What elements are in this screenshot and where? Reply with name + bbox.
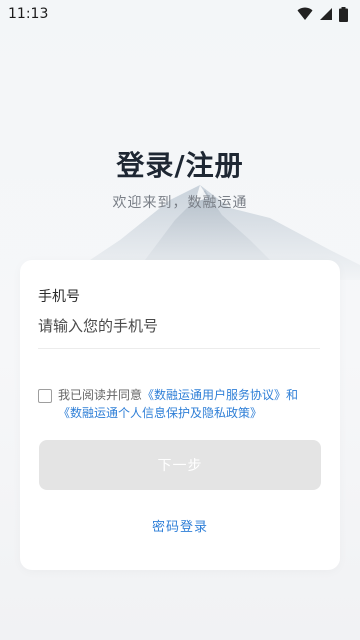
battery-icon [339,6,348,22]
wifi-icon [297,7,313,20]
agreement-prefix: 我已阅读并同意 [58,388,143,402]
status-time: 11:13 [8,6,49,22]
phone-label: 手机号 [38,289,80,305]
status-bar: 11:13 [0,0,360,28]
welcome-subtitle: 欢迎来到，数融运通 [112,195,248,211]
agreement-checkbox[interactable] [38,389,52,403]
agreement-text: 我已阅读并同意《数融运通用户服务协议》和《数融运通个人信息保护及隐私政策》 [58,386,298,422]
next-button[interactable]: 下一步 [39,440,321,490]
signal-icon [320,8,332,20]
password-login-link[interactable]: 密码登录 [20,516,340,535]
status-icons [297,6,348,22]
agreement-row: 我已阅读并同意《数融运通用户服务协议》和《数融运通个人信息保护及隐私政策》 [38,386,328,422]
agreement-and: 和 [286,388,299,402]
mountain-background-image [60,185,360,280]
page-title: 登录/注册 [116,149,244,182]
phone-input[interactable] [38,310,320,342]
input-divider [38,348,320,349]
login-card: 手机号 我已阅读并同意《数融运通用户服务协议》和《数融运通个人信息保护及隐私政策… [20,260,340,570]
user-agreement-link[interactable]: 《数融运通用户服务协议》 [142,388,286,402]
privacy-policy-link[interactable]: 《数融运通个人信息保护及隐私政策》 [58,406,262,420]
